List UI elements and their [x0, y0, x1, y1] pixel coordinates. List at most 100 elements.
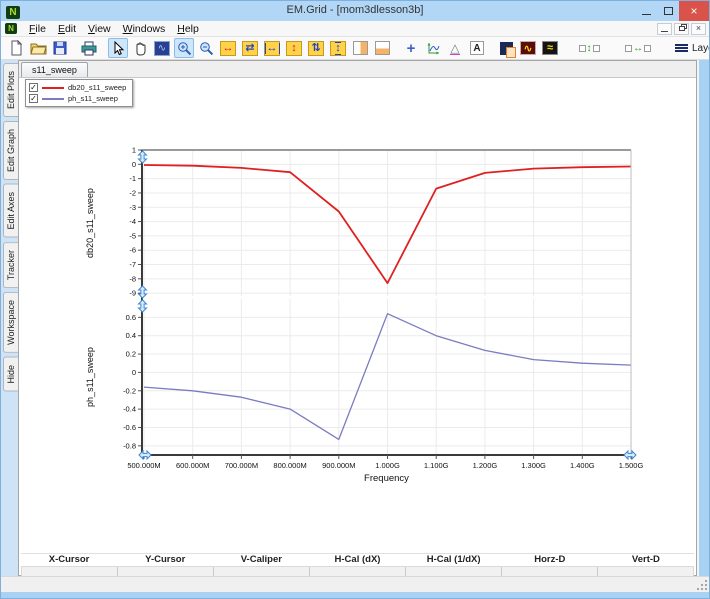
minimize-button[interactable] — [635, 1, 657, 21]
split-vertical-icon[interactable] — [350, 38, 370, 58]
fit-y-icon[interactable]: ↕ — [328, 38, 348, 58]
sidebar-tab-edit-plots[interactable]: Edit Plots — [3, 63, 18, 118]
copy-image-icon[interactable] — [496, 38, 516, 58]
svg-text:-1: -1 — [129, 174, 136, 183]
menu-edit[interactable]: Edit — [52, 22, 82, 36]
mdi-minimize-button[interactable] — [657, 22, 672, 35]
svg-text:0.4: 0.4 — [126, 331, 136, 340]
svg-text:900.000M: 900.000M — [322, 461, 355, 470]
resize-grip-icon[interactable] — [705, 588, 707, 590]
svg-text:1.500G: 1.500G — [619, 461, 644, 470]
checkbox-ph[interactable]: ✓ — [29, 94, 38, 103]
zoom-window-icon[interactable]: ∿ — [152, 38, 172, 58]
sidebar: Edit Plots Edit Graph Edit Axes Tracker … — [1, 60, 18, 576]
svg-text:1.300G: 1.300G — [521, 461, 546, 470]
col-x-cursor: X-Cursor — [48, 554, 90, 565]
caliper-triangle-icon[interactable]: △ — [445, 38, 465, 58]
zoom-out-icon[interactable] — [196, 38, 216, 58]
legend-item-ph: ✓ ph_s11_sweep — [29, 93, 126, 104]
open-folder-icon[interactable] — [28, 38, 48, 58]
shrink-y-icon[interactable]: ⇅ — [306, 38, 326, 58]
menu-help[interactable]: Help — [171, 22, 205, 36]
maximize-button[interactable] — [657, 1, 679, 21]
equal-horizontal-spacing-icon[interactable]: ↔ — [618, 38, 658, 58]
svg-text:800.000M: 800.000M — [273, 461, 306, 470]
svg-text:1.100G: 1.100G — [424, 461, 449, 470]
svg-text:-6: -6 — [129, 246, 136, 255]
col-y-cursor: Y-Cursor — [145, 554, 186, 565]
select-arrow-icon[interactable] — [108, 38, 128, 58]
window-title: EM.Grid - [mom3dlesson3b] — [286, 4, 424, 16]
line-sample-ph — [42, 97, 64, 100]
sidebar-tab-edit-graph[interactable]: Edit Graph — [3, 121, 18, 181]
layout-dropdown[interactable]: Layout ▼ — [670, 42, 709, 55]
zoom-in-icon[interactable] — [174, 38, 194, 58]
svg-text:-0.6: -0.6 — [123, 423, 136, 432]
legend-item-db20: ✓ db20_s11_sweep — [29, 82, 126, 93]
svg-text:1: 1 — [132, 146, 136, 155]
svg-text:500.000M: 500.000M — [127, 461, 160, 470]
svg-text:1.200G: 1.200G — [473, 461, 498, 470]
split-horizontal-icon[interactable] — [372, 38, 392, 58]
svg-text:1.000G: 1.000G — [375, 461, 400, 470]
svg-text:0.6: 0.6 — [126, 313, 136, 322]
title-bar: N EM.Grid - [mom3dlesson3b] × — [1, 1, 709, 21]
document-tab-strip: s11_sweep — [19, 61, 696, 78]
x-axis-label: Frequency — [364, 473, 409, 484]
document-logo-icon: N — [5, 23, 17, 34]
layout-icon — [675, 44, 688, 52]
plot-style-dual-icon[interactable]: ≈ — [540, 38, 560, 58]
svg-text:-0.4: -0.4 — [123, 405, 136, 414]
fit-x-icon[interactable]: ↔ — [262, 38, 282, 58]
status-bar — [1, 576, 709, 592]
layout-label: Layout — [692, 42, 709, 54]
tracker-axes-icon[interactable] — [423, 38, 443, 58]
sidebar-tab-workspace[interactable]: Workspace — [3, 291, 18, 353]
col-h-cal-1dx: H-Cal (1/dX) — [426, 554, 481, 565]
legend: ✓ db20_s11_sweep ✓ ph_s11_sweep — [25, 79, 134, 107]
svg-text:0: 0 — [132, 160, 136, 169]
checkbox-db20[interactable]: ✓ — [29, 83, 38, 92]
sidebar-tab-edit-axes[interactable]: Edit Axes — [3, 184, 18, 238]
mdi-close-button[interactable]: × — [691, 22, 706, 35]
sidebar-tab-hide[interactable]: Hide — [3, 356, 18, 392]
sidebar-tab-tracker[interactable]: Tracker — [3, 241, 18, 288]
close-button[interactable]: × — [679, 1, 709, 21]
expand-x-icon[interactable]: ↔ — [218, 38, 238, 58]
col-horz-d: Horz-D — [534, 554, 566, 565]
col-h-cal-dx: H-Cal (dX) — [334, 554, 381, 565]
expand-y-icon[interactable]: ↕ — [284, 38, 304, 58]
svg-text:-9: -9 — [129, 289, 136, 298]
new-document-icon[interactable] — [6, 38, 26, 58]
y-axis-label: ph_s11_sweep — [85, 347, 95, 407]
svg-text:1.400G: 1.400G — [570, 461, 595, 470]
menu-file[interactable]: File — [23, 22, 52, 36]
menu-view[interactable]: View — [82, 22, 117, 36]
col-v-caliper: V-Caliper — [240, 554, 282, 565]
menu-windows[interactable]: Windows — [117, 22, 172, 36]
add-marker-icon[interactable]: + — [401, 38, 421, 58]
window-bottom-edge — [1, 592, 709, 598]
svg-text:-0.2: -0.2 — [123, 386, 136, 395]
chart[interactable]: 1 0 -1 -2 -3 -4 -5 -6 -7 -8 -9 db20_s11_sweep 0.6 0.4… — [19, 78, 696, 548]
legend-label-ph: ph_s11_sweep — [68, 94, 118, 103]
tab-s11-sweep[interactable]: s11_sweep — [21, 62, 88, 77]
svg-text:-3: -3 — [129, 203, 136, 212]
add-text-icon[interactable]: A — [467, 38, 487, 58]
save-icon[interactable] — [50, 38, 70, 58]
shrink-x-icon[interactable]: ⇄ — [240, 38, 260, 58]
pan-hand-icon[interactable] — [130, 38, 150, 58]
svg-text:-4: -4 — [129, 217, 136, 226]
plot-style-single-icon[interactable]: ∿ — [518, 38, 538, 58]
print-icon[interactable] — [79, 38, 99, 58]
mdi-restore-button[interactable] — [674, 22, 689, 35]
svg-text:-8: -8 — [129, 274, 136, 283]
svg-text:600.000M: 600.000M — [176, 461, 209, 470]
svg-text:-0.8: -0.8 — [123, 441, 136, 450]
svg-text:0.2: 0.2 — [126, 350, 136, 359]
svg-text:-2: -2 — [129, 188, 136, 197]
plot-canvas[interactable]: ✓ db20_s11_sweep ✓ ph_s11_sweep 1 0 -1 -2 -3… — [19, 78, 696, 549]
svg-text:700.000M: 700.000M — [225, 461, 258, 470]
y-axis-label: db20_s11_sweep — [85, 188, 95, 258]
equal-vertical-spacing-icon[interactable]: ↕ — [569, 38, 609, 58]
